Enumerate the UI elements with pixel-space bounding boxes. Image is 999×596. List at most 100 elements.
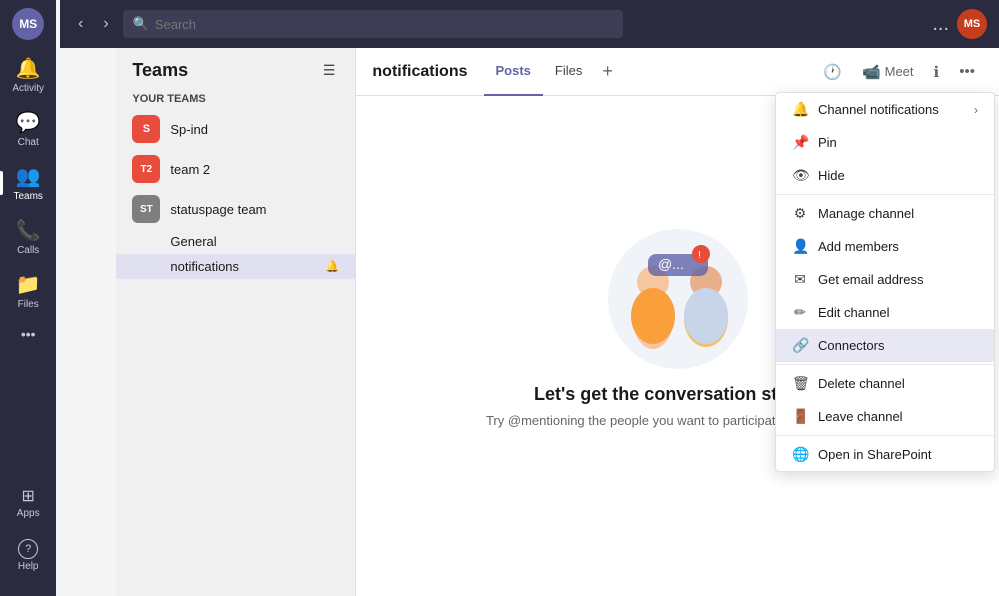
notification-bell-icon: 🔔 xyxy=(326,260,340,273)
menu-item-channel-notifications[interactable]: 🔔 Channel notifications › xyxy=(776,93,994,126)
tab-bar: Posts Files + xyxy=(484,48,621,96)
more-options-button[interactable]: ... xyxy=(932,13,949,36)
menu-item-label: Pin xyxy=(818,135,837,150)
menu-item-label: Get email address xyxy=(818,272,924,287)
files-icon: 📁 xyxy=(16,272,41,297)
menu-divider-2 xyxy=(776,364,994,365)
filter-button[interactable]: ☰ xyxy=(319,60,340,81)
channel-header-right: 🕐 📹 Meet ℹ ••• xyxy=(815,59,983,85)
settings-icon: ⚙ xyxy=(792,205,808,222)
menu-item-label: Open in SharePoint xyxy=(818,447,931,462)
sidebar-item-chat[interactable]: 💬 Chat xyxy=(0,102,56,156)
menu-item-edit-channel[interactable]: ✏ Edit channel xyxy=(776,296,994,329)
back-button[interactable]: ‹ xyxy=(72,11,89,37)
connectors-icon: 🔗 xyxy=(792,337,808,354)
sidebar-item-activity[interactable]: 🔔 Activity xyxy=(0,48,56,102)
history-button[interactable]: 🕐 xyxy=(815,59,850,85)
menu-item-label: Manage channel xyxy=(818,206,914,221)
pin-icon: 📌 xyxy=(792,134,808,151)
help-icon: ? xyxy=(18,539,38,559)
channel-info-button[interactable]: ℹ xyxy=(926,59,948,85)
menu-item-label: Add members xyxy=(818,239,899,254)
channel-name: General xyxy=(170,234,339,249)
menu-divider-3 xyxy=(776,435,994,436)
info-icon: ℹ xyxy=(934,63,940,81)
svg-text:!: ! xyxy=(698,250,701,261)
trash-icon: 🗑 xyxy=(792,375,808,392)
menu-item-get-email[interactable]: ✉ Get email address xyxy=(776,263,994,296)
menu-item-leave-channel[interactable]: 🚪 Leave channel xyxy=(776,400,994,433)
channel-item-notifications[interactable]: notifications 🔔 xyxy=(116,254,355,279)
sidebar-item-calls[interactable]: 📞 Calls xyxy=(0,210,56,264)
email-icon: ✉ xyxy=(792,271,808,288)
svg-text:@...: @... xyxy=(658,256,684,272)
add-person-icon: 👤 xyxy=(792,238,808,255)
search-icon: 🔍 xyxy=(133,16,149,32)
channel-item-general[interactable]: General xyxy=(116,229,355,254)
main-layout: Teams ☰ Your teams S Sp-ind ••• T2 team … xyxy=(116,48,999,596)
channel-options-button[interactable]: ••• xyxy=(951,59,983,84)
search-bar: 🔍 xyxy=(123,10,623,38)
team-item-sp-ind[interactable]: S Sp-ind ••• xyxy=(116,109,355,149)
sidebar-item-label: Activity xyxy=(12,83,44,94)
dropdown-menu: 🔔 Channel notifications › 📌 Pin 👁 Hide ⚙… xyxy=(775,92,995,472)
teams-panel: Teams ☰ Your teams S Sp-ind ••• T2 team … xyxy=(116,48,356,596)
sidebar-item-teams[interactable]: 👥 Teams xyxy=(0,156,56,210)
sharepoint-icon: 🌐 xyxy=(792,446,808,463)
apps-icon: ⊞ xyxy=(21,486,34,506)
forward-button[interactable]: › xyxy=(97,11,114,37)
menu-item-label: Connectors xyxy=(818,338,884,353)
leave-icon: 🚪 xyxy=(792,408,808,425)
sidebar-item-help[interactable]: ? Help xyxy=(17,531,40,580)
bell-icon: 🔔 xyxy=(792,101,808,118)
teams-icon: 👥 xyxy=(16,164,41,189)
search-input[interactable] xyxy=(155,17,613,32)
menu-item-connectors[interactable]: 🔗 Connectors xyxy=(776,329,994,362)
sidebar-item-label: Chat xyxy=(18,137,39,148)
tab-posts[interactable]: Posts xyxy=(484,48,543,96)
your-teams-label: Your teams xyxy=(116,89,355,109)
team-name: statuspage team xyxy=(170,202,339,217)
meet-button[interactable]: 📹 Meet xyxy=(854,59,922,85)
sidebar-item-label: Teams xyxy=(13,191,42,202)
team-item-statuspage[interactable]: ST statuspage team ••• xyxy=(116,189,355,229)
menu-item-label: Delete channel xyxy=(818,376,905,391)
edit-icon: ✏ xyxy=(792,304,808,321)
eye-icon: 👁 xyxy=(792,167,808,184)
user-avatar[interactable]: MS xyxy=(957,9,987,39)
teams-header: Teams ☰ xyxy=(116,48,355,89)
menu-item-label: Channel notifications xyxy=(818,102,939,117)
sidebar-avatar: MS xyxy=(12,8,44,40)
menu-item-label: Leave channel xyxy=(818,409,903,424)
team-avatar-statuspage: ST xyxy=(132,195,160,223)
sidebar-item-label: Apps xyxy=(17,508,40,519)
tab-files[interactable]: Files xyxy=(543,48,594,96)
add-tab-button[interactable]: + xyxy=(594,61,621,82)
menu-item-hide[interactable]: 👁 Hide xyxy=(776,159,994,192)
topbar: ‹ › 🔍 ... MS xyxy=(60,0,999,48)
channel-header-name: notifications xyxy=(372,63,467,81)
illustration: @... ! xyxy=(598,224,758,364)
channel-header: notifications Posts Files + 🕐 📹 Meet ℹ • xyxy=(356,48,999,96)
meet-label: Meet xyxy=(885,64,914,79)
team-name: Sp-ind xyxy=(170,122,339,137)
menu-item-label: Edit channel xyxy=(818,305,890,320)
sidebar-item-label: Help xyxy=(18,561,39,572)
team-avatar-sp-ind: S xyxy=(132,115,160,143)
more-icon: ••• xyxy=(21,326,36,342)
menu-item-manage-channel[interactable]: ⚙ Manage channel xyxy=(776,197,994,230)
conversation-illustration: @... ! xyxy=(598,224,758,374)
menu-item-add-members[interactable]: 👤 Add members xyxy=(776,230,994,263)
team-item-team2[interactable]: T2 team 2 ••• xyxy=(116,149,355,189)
sidebar-item-more[interactable]: ••• xyxy=(0,318,56,352)
menu-item-delete-channel[interactable]: 🗑 Delete channel xyxy=(776,367,994,400)
team-name: team 2 xyxy=(170,162,339,177)
chat-icon: 💬 xyxy=(16,110,41,135)
sidebar-item-files[interactable]: 📁 Files xyxy=(0,264,56,318)
menu-item-open-sharepoint[interactable]: 🌐 Open in SharePoint xyxy=(776,438,994,471)
chevron-right-icon: › xyxy=(974,103,978,117)
menu-item-pin[interactable]: 📌 Pin xyxy=(776,126,994,159)
history-icon: 🕐 xyxy=(823,63,842,81)
sidebar-item-apps[interactable]: ⊞ Apps xyxy=(17,478,40,527)
menu-divider xyxy=(776,194,994,195)
